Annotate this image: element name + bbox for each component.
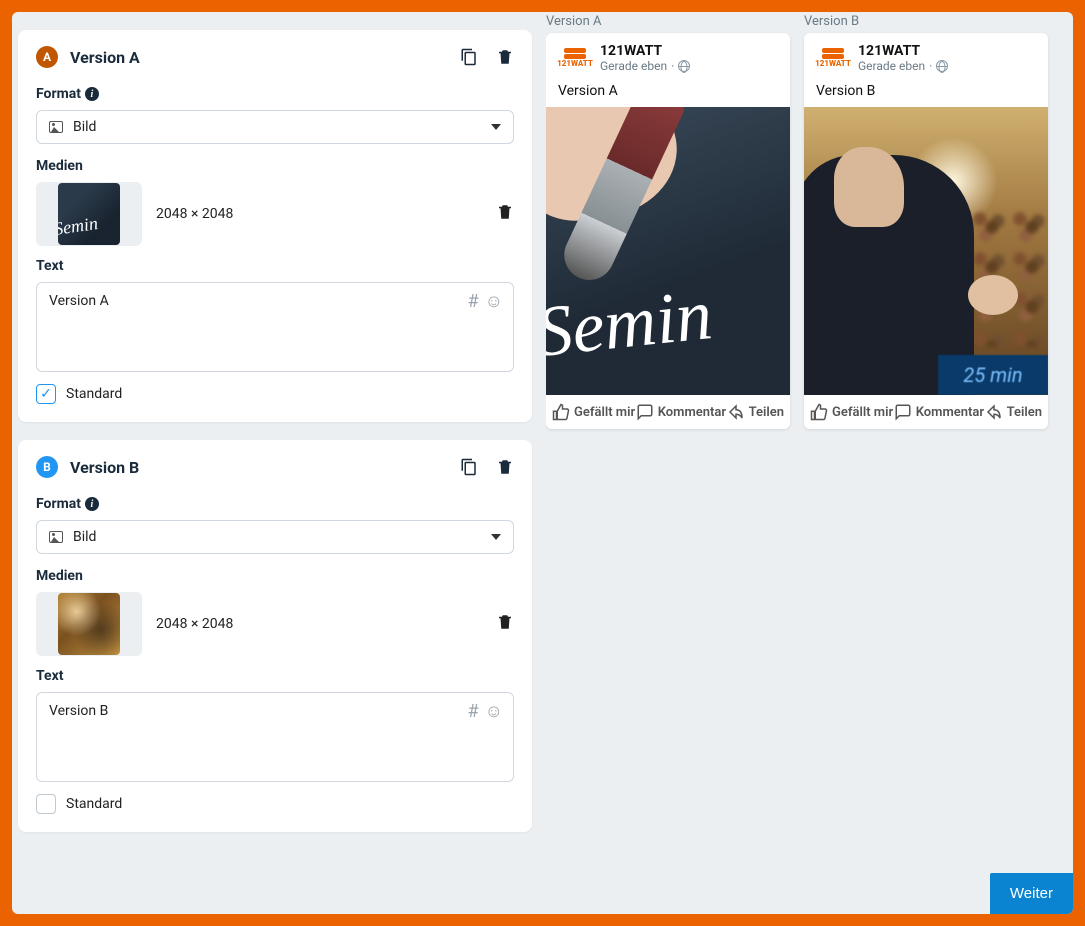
account-name: 121WATT — [858, 43, 948, 59]
media-dimensions: 2048 × 2048 — [156, 206, 482, 222]
preview-b-label: Version B — [804, 14, 1048, 29]
hashtag-icon[interactable]: # — [468, 701, 479, 722]
format-label: Format i — [36, 496, 514, 512]
version-a-card: A Version A Format i — [18, 30, 532, 422]
preview-b: Version B 121WATT 121WATT Gerade eben · — [804, 14, 1048, 914]
preview-a-text: Version A — [546, 77, 790, 107]
chevron-down-icon — [491, 534, 501, 540]
version-a-title: Version A — [70, 48, 460, 67]
account-avatar: 121WATT — [816, 41, 850, 75]
delete-media-icon[interactable] — [496, 203, 514, 225]
info-icon[interactable]: i — [85, 497, 99, 511]
medien-label: Medien — [36, 568, 514, 584]
copy-icon[interactable] — [460, 48, 478, 66]
preview-a-image: Semin — [546, 107, 790, 395]
media-dimensions: 2048 × 2048 — [156, 616, 482, 632]
next-button[interactable]: Weiter — [990, 873, 1073, 914]
globe-icon — [936, 60, 948, 72]
version-a-badge: A — [36, 46, 58, 68]
version-b-title: Version B — [70, 458, 460, 477]
image-icon — [49, 121, 63, 133]
preview-column: Version A 121WATT 121WATT Gerade eben · — [546, 12, 1073, 914]
preview-b-text: Version B — [804, 77, 1048, 107]
globe-icon — [678, 60, 690, 72]
hashtag-icon[interactable]: # — [468, 291, 479, 312]
post-meta: Gerade eben · — [600, 59, 690, 73]
delete-icon[interactable] — [496, 48, 514, 66]
text-input[interactable]: Version B # ☺ — [36, 692, 514, 782]
editor-column: A Version A Format i — [12, 12, 532, 914]
delete-media-icon[interactable] — [496, 613, 514, 635]
media-thumbnail[interactable] — [36, 592, 142, 656]
image-icon — [49, 531, 63, 543]
version-b-card: B Version B Format i — [18, 440, 532, 832]
account-name: 121WATT — [600, 43, 690, 59]
emoji-icon[interactable]: ☺ — [485, 701, 503, 722]
format-select[interactable]: Bild — [36, 110, 514, 144]
version-b-badge: B — [36, 456, 58, 478]
like-button[interactable]: Gefällt mir — [810, 403, 893, 421]
comment-button[interactable]: Kommentar — [894, 403, 984, 421]
standard-checkbox[interactable]: ✓ — [36, 384, 56, 404]
standard-label: Standard — [66, 386, 122, 402]
format-select[interactable]: Bild — [36, 520, 514, 554]
app-content: A Version A Format i — [12, 12, 1073, 914]
comment-button[interactable]: Kommentar — [636, 403, 726, 421]
text-value: Version A — [49, 293, 501, 309]
copy-icon[interactable] — [460, 458, 478, 476]
media-thumbnail[interactable] — [36, 182, 142, 246]
format-value: Bild — [73, 529, 96, 545]
emoji-icon[interactable]: ☺ — [485, 291, 503, 312]
text-value: Version B — [49, 703, 501, 719]
preview-a: Version A 121WATT 121WATT Gerade eben · — [546, 14, 790, 914]
info-icon[interactable]: i — [85, 87, 99, 101]
text-label: Text — [36, 668, 514, 684]
standard-checkbox[interactable]: ✓ — [36, 794, 56, 814]
preview-a-label: Version A — [546, 14, 790, 29]
standard-label: Standard — [66, 796, 122, 812]
post-meta: Gerade eben · — [858, 59, 948, 73]
text-label: Text — [36, 258, 514, 274]
text-input[interactable]: Version A # ☺ — [36, 282, 514, 372]
medien-label: Medien — [36, 158, 514, 174]
delete-icon[interactable] — [496, 458, 514, 476]
chevron-down-icon — [491, 124, 501, 130]
share-button[interactable]: Teilen — [727, 403, 784, 421]
format-label: Format i — [36, 86, 514, 102]
format-value: Bild — [73, 119, 96, 135]
account-avatar: 121WATT — [558, 41, 592, 75]
share-button[interactable]: Teilen — [985, 403, 1042, 421]
like-button[interactable]: Gefällt mir — [552, 403, 635, 421]
preview-b-image: 25 min — [804, 107, 1048, 395]
